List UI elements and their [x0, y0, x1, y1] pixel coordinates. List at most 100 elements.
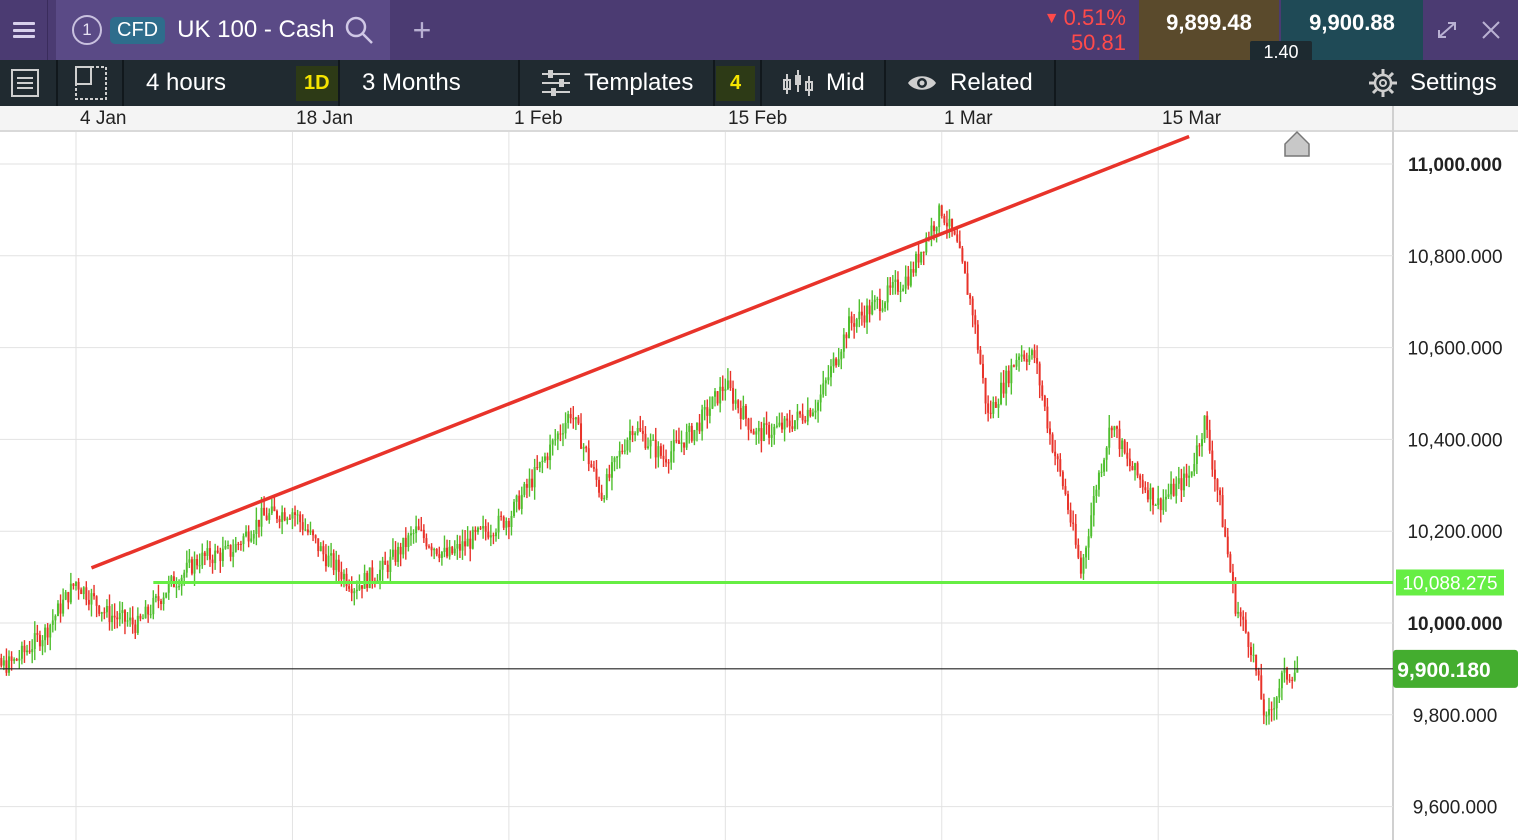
candle-body-up: [657, 446, 660, 458]
candle-body-down: [324, 554, 327, 567]
candle-body-down: [940, 205, 943, 216]
candle-body-down: [1247, 632, 1250, 647]
candle-body-down: [585, 446, 588, 449]
candle-body-down: [425, 538, 428, 547]
candle-body-down: [399, 546, 402, 555]
candle-body-up: [82, 587, 85, 595]
candle-body-up: [610, 462, 613, 478]
candle-body-down: [675, 440, 678, 442]
candle-body-down: [979, 349, 982, 364]
candle-body-up: [549, 444, 552, 461]
candle-body-down: [1229, 554, 1232, 572]
candle-body-up: [541, 460, 544, 463]
candle-body-up: [270, 506, 273, 514]
candle-body-up: [1293, 672, 1296, 681]
candle-body-down: [677, 440, 680, 444]
candle-body-up: [832, 358, 835, 367]
candle-body-up: [250, 538, 253, 542]
candle-body-up: [708, 408, 711, 416]
candle-body-down: [1061, 471, 1064, 487]
candle-body-up: [1000, 382, 1003, 405]
candle-body-up: [523, 484, 526, 495]
candle-body-down: [1136, 463, 1139, 476]
candle-body-up: [18, 658, 21, 661]
candle-body-down: [969, 294, 972, 299]
candle-body-down: [1051, 434, 1054, 452]
candle-body-down: [123, 610, 126, 622]
y-tick-label: 10,400.000: [1407, 430, 1502, 451]
candle-body-up: [56, 603, 59, 616]
candle-body-down: [247, 531, 250, 542]
candle-body-down: [139, 615, 142, 619]
candle-body-up: [775, 425, 778, 427]
candle-body-up: [242, 536, 245, 545]
candle-body-up: [533, 467, 536, 488]
candle-body-down: [572, 418, 575, 420]
candle-body-up: [494, 532, 497, 537]
candle-body-up: [672, 440, 675, 452]
candle-body-up: [1087, 536, 1090, 548]
candle-body-up: [520, 494, 523, 509]
candle-body-down: [438, 554, 441, 558]
candle-body-down: [654, 439, 657, 458]
candle-body-down: [662, 455, 665, 460]
candle-body-up: [188, 559, 191, 563]
candle-body-down: [1270, 709, 1273, 711]
candle-body-up: [8, 656, 11, 673]
candle-body-up: [33, 633, 36, 650]
candle-body-up: [1005, 370, 1008, 394]
candle-body-up: [623, 450, 626, 452]
candle-body-down: [430, 546, 433, 551]
candle-body-up: [938, 205, 941, 228]
candle-body-down: [1260, 675, 1263, 700]
candle-body-down: [1118, 428, 1121, 450]
candle-body-down: [788, 420, 791, 427]
candle-body-down: [116, 617, 119, 620]
candle-body-up: [829, 366, 832, 378]
candle-body-down: [683, 442, 686, 448]
candle-body-up: [649, 439, 652, 447]
candle-body-up: [997, 404, 1000, 408]
candle-body-up: [409, 533, 412, 536]
candle-body-up: [90, 593, 93, 605]
candle-body-up: [2, 660, 5, 666]
candle-body-up: [871, 302, 874, 315]
candle-body-down: [853, 323, 856, 327]
price-chart[interactable]: 10,088.275 9,900.180 11,000.000 10,800.000…: [0, 0, 1518, 840]
candle-body-down: [160, 600, 163, 605]
candle-body-up: [616, 456, 619, 458]
candle-body-down: [577, 417, 580, 424]
candle-body-up: [330, 553, 333, 556]
candle-body-up: [402, 537, 405, 555]
candle-body-down: [219, 552, 222, 562]
candle-body-down: [1242, 616, 1245, 620]
candle-body-up: [1237, 611, 1240, 614]
candle-body-up: [391, 549, 394, 557]
candle-body-up: [914, 253, 917, 273]
candle-body-down: [458, 543, 461, 551]
candle-body-up: [224, 545, 227, 549]
candle-body-up: [626, 439, 629, 451]
candle-body-up: [1113, 426, 1116, 431]
candle-body-up: [126, 620, 129, 622]
candle-body-down: [621, 450, 624, 452]
candle-body-down: [981, 363, 984, 379]
candle-body-down: [631, 431, 634, 436]
candle-body-up: [342, 573, 345, 580]
candle-body-up: [1188, 475, 1191, 478]
candle-body-down: [1036, 357, 1039, 364]
candle-body-down: [1180, 478, 1183, 491]
candle-body-up: [719, 386, 722, 404]
candle-body-down: [595, 468, 598, 480]
candle-body-up: [358, 585, 361, 590]
candle-body-up: [152, 597, 155, 615]
candle-body-down: [1185, 473, 1188, 478]
home-icon[interactable]: [1284, 130, 1310, 157]
candle-body-up: [685, 431, 688, 448]
candle-body-down: [760, 428, 763, 441]
candle-body-down: [809, 409, 812, 416]
candle-body-down: [721, 386, 724, 392]
candle-body-up: [440, 552, 443, 558]
candle-body-up: [894, 279, 897, 283]
candle-body-down: [860, 311, 863, 316]
